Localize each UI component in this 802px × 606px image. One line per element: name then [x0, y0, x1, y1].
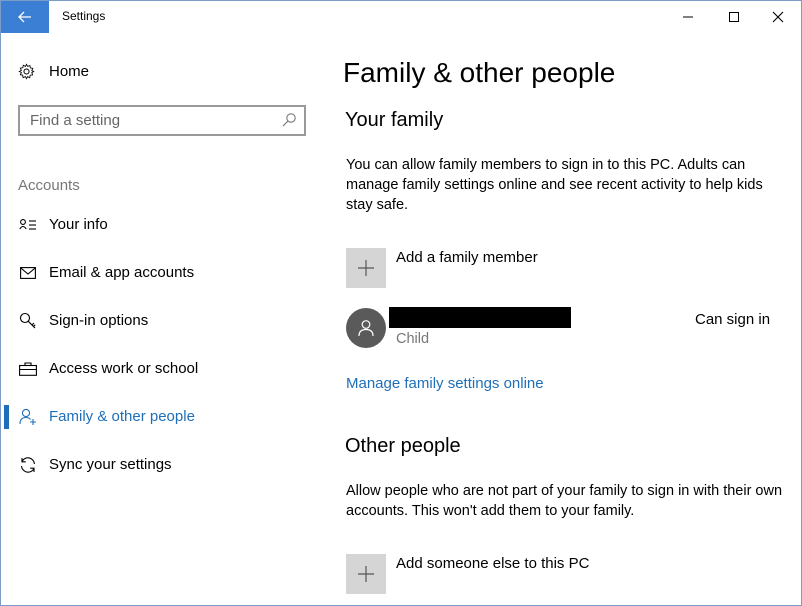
maximize-button[interactable]	[711, 1, 757, 33]
sync-icon	[18, 455, 38, 475]
title-bar: Settings	[1, 1, 801, 33]
plus-icon	[358, 566, 374, 582]
sidebar: Home Find a setting Accounts Your info E…	[1, 33, 321, 605]
window-title: Settings	[62, 9, 106, 23]
add-tile	[346, 554, 386, 594]
minimize-button[interactable]	[665, 1, 711, 33]
sidebar-item-label: Sync your settings	[49, 456, 172, 473]
other-people-heading: Other people	[345, 435, 461, 457]
family-member-row[interactable]: Child Can sign in	[346, 305, 786, 353]
sidebar-item-family-other-people[interactable]: Family & other people	[1, 397, 321, 437]
add-someone-else-button[interactable]: Add someone else to this PC	[346, 554, 766, 594]
avatar	[346, 308, 386, 348]
back-button[interactable]	[1, 1, 49, 33]
search-icon[interactable]	[281, 112, 297, 128]
sidebar-item-your-info[interactable]: Your info	[1, 205, 321, 245]
contact-card-icon	[18, 215, 38, 235]
member-status: Can sign in	[695, 311, 771, 328]
search-input[interactable]: Find a setting	[18, 105, 306, 136]
key-icon	[18, 311, 38, 331]
briefcase-icon	[18, 359, 38, 379]
sidebar-item-label: Sign-in options	[49, 312, 149, 329]
minimize-icon	[683, 16, 693, 18]
add-tile	[346, 248, 386, 288]
back-arrow-icon	[18, 11, 31, 23]
search-placeholder: Find a setting	[30, 112, 121, 129]
settings-window: Settings Home Find a setting Accounts Yo…	[0, 0, 802, 606]
your-family-description: You can allow family members to sign in …	[346, 157, 763, 213]
add-family-member-label: Add a family member	[396, 249, 538, 266]
sidebar-item-sync-settings[interactable]: Sync your settings	[1, 445, 321, 485]
close-icon	[772, 11, 784, 23]
section-label: Accounts	[18, 177, 80, 194]
home-label: Home	[49, 63, 90, 80]
close-button[interactable]	[755, 1, 801, 33]
other-people-description: Allow people who are not part of your fa…	[346, 483, 783, 519]
member-role: Child	[396, 331, 430, 347]
sidebar-item-sign-in-options[interactable]: Sign-in options	[1, 301, 321, 341]
page-title: Family & other people	[343, 57, 616, 88]
sidebar-item-label: Your info	[49, 216, 108, 233]
add-someone-else-label: Add someone else to this PC	[396, 555, 590, 572]
sidebar-item-label: Email & app accounts	[49, 264, 195, 281]
sidebar-item-label: Access work or school	[49, 360, 199, 377]
your-family-heading: Your family	[345, 109, 444, 131]
plus-icon	[358, 260, 374, 276]
add-family-member-button[interactable]: Add a family member	[346, 248, 766, 288]
person-add-icon	[18, 407, 38, 427]
sidebar-item-work-school[interactable]: Access work or school	[1, 349, 321, 389]
sidebar-item-email-accounts[interactable]: Email & app accounts	[1, 253, 321, 293]
person-icon	[358, 320, 374, 337]
sidebar-item-label: Family & other people	[49, 408, 195, 425]
manage-family-link[interactable]: Manage family settings online	[346, 375, 544, 392]
home-nav-item[interactable]: Home	[18, 63, 89, 80]
mail-icon	[18, 263, 38, 283]
gear-icon	[18, 63, 35, 80]
redacted-member-name	[389, 307, 571, 328]
maximize-icon	[729, 12, 739, 22]
main-content: Family & other people Your family You ca…	[321, 33, 801, 605]
